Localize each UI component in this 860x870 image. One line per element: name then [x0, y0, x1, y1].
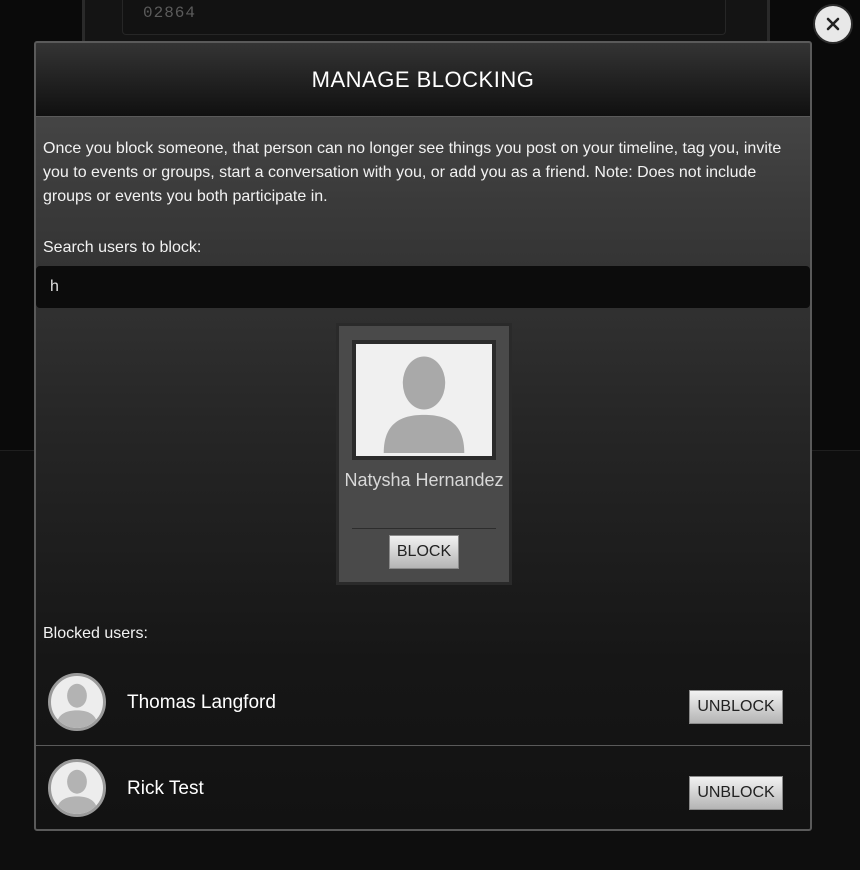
result-photo — [352, 340, 496, 460]
avatar — [48, 673, 106, 731]
search-label: Search users to block: — [43, 239, 202, 256]
unblock-button[interactable]: UNBLOCK — [689, 690, 783, 724]
close-button[interactable] — [813, 4, 853, 44]
search-result-card: Natysha Hernandez BLOCK — [336, 323, 512, 585]
blocked-user-row: Rick Test UNBLOCK — [36, 745, 810, 829]
close-icon — [826, 17, 840, 31]
modal-header: MANAGE BLOCKING — [36, 43, 810, 117]
unblock-button[interactable]: UNBLOCK — [689, 776, 783, 810]
person-silhouette-icon — [383, 356, 465, 453]
blocking-description: Once you block someone, that person can … — [43, 140, 782, 205]
background-field: 02864 — [122, 0, 726, 35]
person-silhouette-icon — [56, 769, 98, 814]
search-input[interactable] — [36, 266, 810, 308]
blocked-user-row: Thomas Langford UNBLOCK — [36, 659, 810, 746]
blocked-user-name: Thomas Langford — [127, 692, 276, 713]
avatar — [48, 759, 106, 817]
modal-title: MANAGE BLOCKING — [311, 66, 535, 92]
result-name: Natysha Hernandez — [344, 470, 504, 490]
blocked-user-name: Rick Test — [127, 778, 204, 799]
manage-blocking-modal: MANAGE BLOCKING Once you block someone, … — [34, 41, 812, 831]
block-button[interactable]: BLOCK — [389, 535, 459, 569]
person-silhouette-icon — [56, 683, 98, 728]
result-divider — [352, 528, 496, 529]
background-field-value: 02864 — [143, 4, 197, 22]
blocked-users-label: Blocked users: — [43, 625, 148, 642]
